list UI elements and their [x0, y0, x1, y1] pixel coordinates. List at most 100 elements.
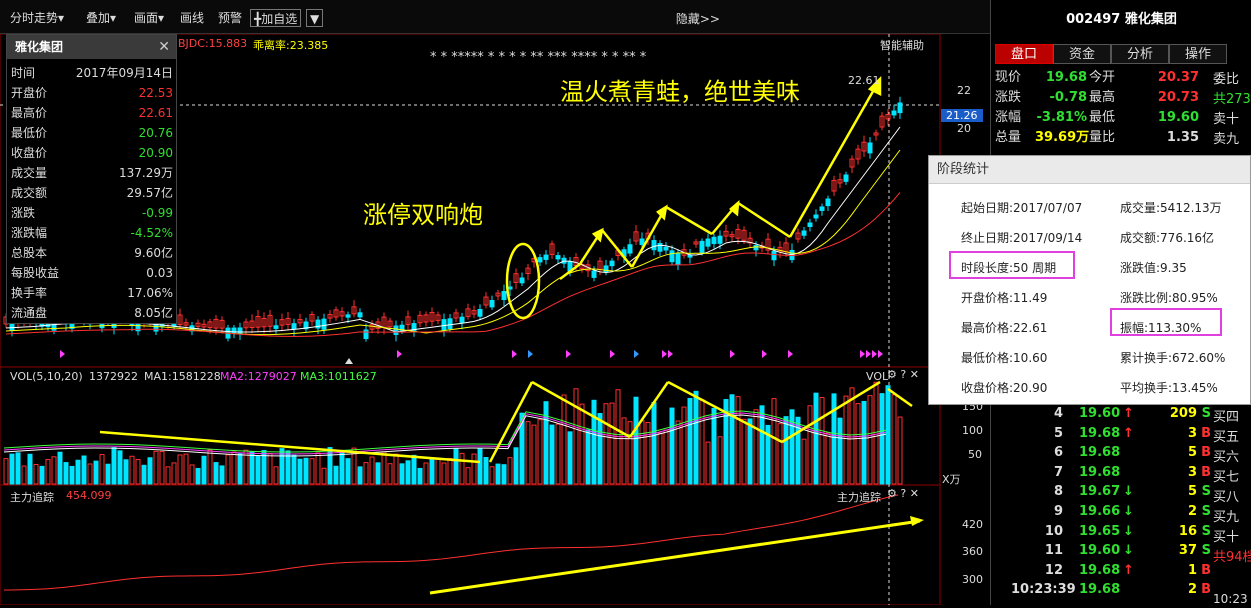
- info-row: 涨跌幅 -4.52%: [7, 223, 176, 243]
- assist-label[interactable]: 智能辅助: [880, 37, 924, 53]
- side-label: 委比: [1213, 72, 1240, 87]
- info-row: 换手率 17.06%: [7, 283, 176, 303]
- volume-bar: [603, 403, 609, 485]
- volume-bar: [357, 466, 363, 485]
- volume-bar: [219, 465, 225, 485]
- signal-marker: [60, 350, 65, 358]
- volume-bar: [495, 463, 501, 485]
- volume-bar: [855, 403, 861, 485]
- quote-label: 涨跌: [995, 90, 1022, 105]
- force-corner-label: 主力追踪: [837, 491, 881, 504]
- quote-label: 量比: [1089, 130, 1116, 145]
- candle-body: [753, 245, 759, 251]
- vol-ma2: MA2:1279027: [220, 370, 297, 383]
- vol-gear-icon[interactable]: ⚙ ? ✕: [887, 368, 919, 381]
- candle-body: [819, 206, 825, 211]
- info-row-label: 开盘价: [11, 86, 48, 100]
- volume-bar: [729, 394, 735, 485]
- tab-funds[interactable]: 资金: [1053, 44, 1111, 64]
- volume-bar: [483, 457, 489, 485]
- info-row-value: 20.90: [138, 146, 173, 160]
- buy-level-label: 买七: [1213, 470, 1240, 485]
- volume-bar: [537, 419, 543, 485]
- order-index: 6: [1053, 445, 1063, 461]
- candle-body: [9, 322, 15, 331]
- quote-value: 19.68: [1045, 70, 1087, 85]
- order-arrow: ↑: [1123, 425, 1134, 441]
- hide-panel-button[interactable]: 隐藏>>: [676, 10, 720, 27]
- tab-pankou[interactable]: 盘口: [995, 44, 1053, 64]
- order-price: 19.68: [1079, 562, 1121, 578]
- add-favorite-button[interactable]: ╋加自选: [250, 9, 302, 27]
- info-row-label: 成交量: [11, 166, 48, 180]
- force-trend-arrow: [429, 519, 921, 595]
- candle-body: [891, 110, 897, 116]
- volume-bar: [27, 453, 33, 485]
- candle-body: [609, 260, 615, 267]
- candle-body: [441, 319, 447, 331]
- order-arrow: ↑: [1123, 406, 1134, 421]
- order-row: 10:23:39 19.68 2 B: [991, 580, 1211, 600]
- order-type: B: [1201, 562, 1211, 578]
- price-tick-current: 21.26: [941, 109, 983, 122]
- volume-bar: [543, 401, 549, 485]
- volume-bar: [849, 387, 855, 485]
- info-row-label: 最高价: [11, 106, 48, 120]
- favorite-dropdown-button[interactable]: ▼: [306, 9, 324, 27]
- volume-bar: [75, 459, 81, 485]
- force-value: 454.099: [66, 489, 112, 502]
- order-row: 12 19.68 ↑ 1 B: [991, 561, 1211, 581]
- info-row-label: 涨跌: [11, 206, 36, 220]
- info-row: 时间 2017年09月14日: [7, 63, 176, 83]
- order-row: 11 19.60 ↓ 37 S: [991, 541, 1211, 561]
- force-gear-icon[interactable]: ⚙ ? ✕: [887, 487, 919, 500]
- candle-body: [489, 300, 495, 308]
- volume-bar: [159, 450, 165, 485]
- screen-menu[interactable]: 画面▾: [134, 9, 164, 27]
- draw-line-button[interactable]: 画线: [180, 9, 204, 27]
- info-row-value: -0.99: [141, 206, 173, 220]
- volume-bar: [57, 451, 63, 485]
- order-index: 8: [1053, 484, 1063, 500]
- signal-markers-group: [60, 350, 883, 364]
- info-row-label: 每股收益: [11, 266, 60, 280]
- volume-bar: [579, 403, 585, 485]
- buy-level-label: 买十: [1213, 530, 1240, 545]
- volume-bar: [231, 451, 237, 485]
- order-type: B: [1201, 425, 1211, 441]
- volume-bar: [141, 464, 147, 485]
- signal-marker: [566, 350, 571, 358]
- candle-body: [273, 325, 279, 329]
- volume-bar: [99, 454, 105, 485]
- info-row: 涨跌 -0.99: [7, 203, 176, 223]
- info-row-value: 8.05亿: [134, 306, 173, 320]
- overlay-menu[interactable]: 叠加▾: [86, 9, 116, 27]
- volume-bar: [51, 456, 57, 485]
- signal-marker: [634, 350, 639, 358]
- buy-level-label: 共94档: [1213, 550, 1251, 565]
- timeshare-menu[interactable]: 分时走势▾: [10, 9, 64, 27]
- stage-start-date: 起始日期:2017/07/07: [961, 201, 1083, 215]
- volume-bar: [381, 451, 387, 485]
- force-tick-420: 420: [962, 518, 983, 531]
- info-popup-title: 雅化集团: [7, 35, 176, 59]
- side-label: 共273: [1213, 92, 1251, 107]
- stage-open: 开盘价格:11.49: [961, 291, 1048, 305]
- candle-body: [813, 214, 819, 219]
- info-row-value: 17.06%: [127, 286, 173, 300]
- info-row: 总股本 9.60亿: [7, 243, 176, 263]
- volume-bar: [87, 463, 93, 485]
- candle-body: [771, 250, 777, 261]
- tab-operation[interactable]: 操作: [1169, 44, 1227, 64]
- alert-button[interactable]: 预警: [218, 9, 242, 27]
- volume-bar: [21, 465, 27, 485]
- volume-bar: [423, 462, 429, 485]
- close-icon[interactable]: ✕: [158, 39, 170, 55]
- volume-bar: [333, 465, 339, 485]
- candle-body: [699, 240, 705, 253]
- volume-bar: [123, 459, 129, 485]
- tab-analysis[interactable]: 分析: [1111, 44, 1169, 64]
- volume-bar: [387, 463, 393, 485]
- volume-bar: [3, 458, 9, 485]
- info-row: 最高价 22.61: [7, 103, 176, 123]
